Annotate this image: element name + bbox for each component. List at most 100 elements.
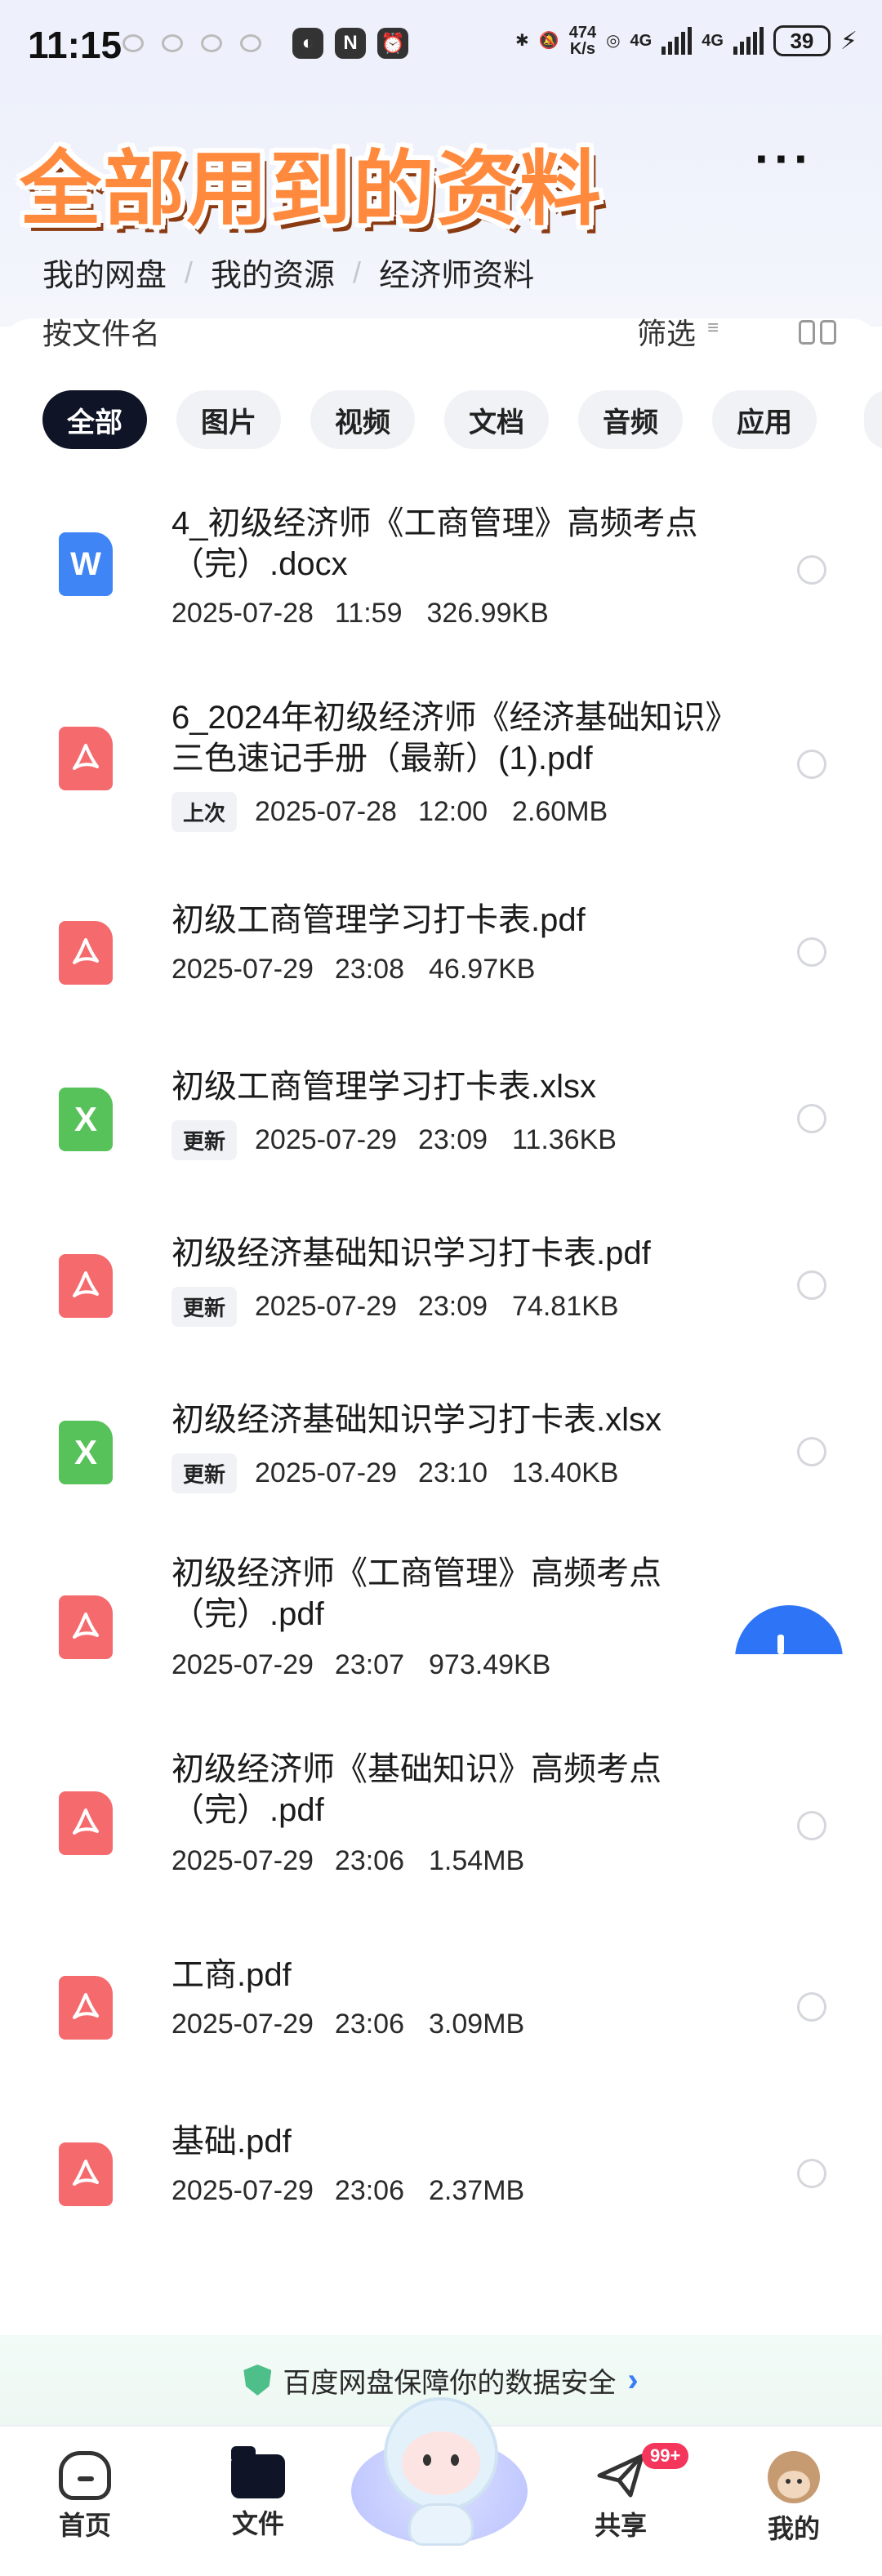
net-type-1: 4G xyxy=(630,32,653,50)
share-count-badge: 99+ xyxy=(642,2443,689,2469)
avatar xyxy=(768,2451,820,2503)
breadcrumb-current-folder: 经济师资料 xyxy=(379,259,535,293)
breadcrumb: 我的网盘 / 我的资源 / 经济师资料 xyxy=(42,250,534,295)
pdf-file-icon xyxy=(59,2142,113,2206)
file-time: 23:09 xyxy=(417,1291,488,1322)
select-checkbox[interactable] xyxy=(797,1992,826,2022)
tab-videos[interactable]: 视频 xyxy=(310,390,415,449)
tab-images[interactable]: 图片 xyxy=(176,390,281,449)
file-time: 23:08 xyxy=(334,954,405,985)
breadcrumb-my-drive[interactable]: 我的网盘 xyxy=(42,250,167,295)
select-checkbox[interactable] xyxy=(797,1270,826,1300)
breadcrumb-separator: / xyxy=(353,255,362,289)
more-horizontal-icon[interactable]: ··· xyxy=(755,131,813,187)
file-row[interactable]: W 4_初级经济师《工商管理》高频考点（完）.docx 2025-07-28 1… xyxy=(0,482,882,676)
file-row[interactable]: 工商.pdf 2025-07-29 23:06 3.09MB xyxy=(0,1925,882,2092)
tab-audio[interactable]: 音频 xyxy=(578,390,683,449)
file-name: 初级工商管理学习打卡表.pdf xyxy=(172,902,586,938)
signal-1-icon xyxy=(662,27,693,55)
tab-overflow[interactable] xyxy=(864,390,882,449)
file-date: 2025-07-29 xyxy=(255,1457,397,1488)
signal-2-icon xyxy=(733,27,764,55)
pdf-file-icon xyxy=(59,1976,113,2040)
file-time: 23:07 xyxy=(334,1649,405,1680)
pdf-glyph-icon xyxy=(73,744,99,770)
net-speed-value: 474 xyxy=(568,24,597,42)
select-checkbox[interactable] xyxy=(797,555,826,585)
last-opened-badge: 上次 xyxy=(172,792,238,832)
pdf-glyph-icon xyxy=(73,1613,99,1639)
file-row[interactable]: 6_2024年初级经济师《经济基础知识》三色速记手册（最新）(1).pdf 上次… xyxy=(0,676,882,870)
file-time: 23:06 xyxy=(334,2175,405,2206)
file-name: 初级经济基础知识学习打卡表.pdf xyxy=(172,1235,651,1271)
shield-icon xyxy=(243,2365,272,2396)
tab-all[interactable]: 全部 xyxy=(42,390,147,449)
select-checkbox[interactable] xyxy=(797,750,826,779)
file-date: 2025-07-29 xyxy=(172,2175,314,2206)
nav-mine[interactable]: 我的 xyxy=(745,2451,843,2546)
pdf-glyph-icon xyxy=(73,938,99,964)
file-date: 2025-07-28 xyxy=(255,796,397,827)
mascot-eye xyxy=(423,2454,431,2466)
file-date: 2025-07-29 xyxy=(172,2009,314,2040)
file-name: 初级经济基础知识学习打卡表.xlsx xyxy=(172,1402,662,1438)
upload-fab-button[interactable] xyxy=(732,1605,846,1654)
select-checkbox[interactable] xyxy=(797,2159,826,2188)
file-time: 12:00 xyxy=(417,796,488,827)
nfc-icon: N xyxy=(335,28,366,59)
notification-dot-icon xyxy=(201,34,222,52)
file-row[interactable]: 初级经济基础知识学习打卡表.pdf 更新 2025-07-29 23:09 74… xyxy=(0,1203,882,1370)
file-time: 11:59 xyxy=(334,598,403,629)
select-checkbox[interactable] xyxy=(797,937,826,967)
file-name: 基础.pdf xyxy=(172,2124,292,2160)
grid-view-icon[interactable] xyxy=(799,320,836,345)
nav-home[interactable]: 首页 xyxy=(36,2451,134,2543)
file-row[interactable]: X 初级工商管理学习打卡表.xlsx 更新 2025-07-29 23:09 1… xyxy=(0,1037,882,1203)
sort-bar: 按文件名 筛选 ≡ xyxy=(0,318,882,367)
pdf-glyph-icon xyxy=(73,2160,99,2186)
pdf-file-icon xyxy=(59,1791,113,1855)
file-date: 2025-07-29 xyxy=(172,1845,314,1876)
file-row[interactable]: 初级工商管理学习打卡表.pdf 2025-07-29 23:08 46.97KB xyxy=(0,870,882,1037)
notification-dot-icon xyxy=(162,34,183,52)
mute-icon: 🔕 xyxy=(538,32,559,50)
file-row[interactable]: 基础.pdf 2025-07-29 23:06 2.37MB xyxy=(0,2092,882,2258)
file-row[interactable]: X 初级经济基础知识学习打卡表.xlsx 更新 2025-07-29 23:10… xyxy=(0,1370,882,1537)
file-meta: 2025-07-29 23:08 46.97KB xyxy=(172,954,535,985)
tab-documents[interactable]: 文档 xyxy=(444,390,549,449)
file-row[interactable]: 初级经济师《基础知识》高频考点（完）.pdf 2025-07-29 23:06 … xyxy=(0,1733,882,1925)
sort-by-name-button[interactable]: 按文件名 xyxy=(42,318,160,353)
net-speed-unit: K/s xyxy=(569,40,595,58)
file-time: 23:09 xyxy=(417,1124,488,1155)
nav-share[interactable]: 99+ 共享 xyxy=(572,2443,689,2543)
file-name: 初级经济师《工商管理》高频考点（完）.pdf xyxy=(172,1555,662,1632)
chevron-right-icon: › xyxy=(627,2361,639,2398)
file-name: 工商.pdf xyxy=(172,1957,292,1993)
mascot-body xyxy=(408,2503,474,2546)
file-meta: 更新 2025-07-29 23:09 11.36KB xyxy=(172,1120,617,1160)
file-meta: 2025-07-29 23:07 973.49KB xyxy=(172,1649,550,1681)
breadcrumb-my-resources[interactable]: 我的资源 xyxy=(211,250,335,295)
nav-files[interactable]: 文件 xyxy=(209,2446,307,2541)
file-time: 23:10 xyxy=(417,1457,488,1488)
mascot-assistant-button[interactable] xyxy=(351,2392,528,2556)
filter-button[interactable]: 筛选 xyxy=(637,318,696,353)
net-speed: 474 K/s xyxy=(569,24,596,57)
tab-apps[interactable]: 应用 xyxy=(712,390,817,449)
file-size: 11.36KB xyxy=(512,1124,617,1155)
file-size: 3.09MB xyxy=(429,2009,525,2040)
status-time: 11:15 xyxy=(28,24,122,66)
plus-icon xyxy=(777,1635,784,1654)
select-checkbox[interactable] xyxy=(797,1811,826,1840)
file-size: 1.54MB xyxy=(429,1845,525,1876)
file-size: 13.40KB xyxy=(512,1457,619,1488)
select-checkbox[interactable] xyxy=(797,1104,826,1133)
page-title: 全部用到的资料 xyxy=(20,144,603,235)
hotspot-icon: ◎ xyxy=(606,32,621,50)
file-name: 4_初级经济师《工商管理》高频考点（完）.docx xyxy=(172,505,698,582)
select-checkbox[interactable] xyxy=(797,1437,826,1466)
word-file-icon: W xyxy=(59,532,113,596)
updated-badge: 更新 xyxy=(172,1287,238,1327)
filter-icon[interactable]: ≡ xyxy=(707,318,719,340)
file-meta: 2025-07-28 11:59 326.99KB xyxy=(172,598,549,630)
